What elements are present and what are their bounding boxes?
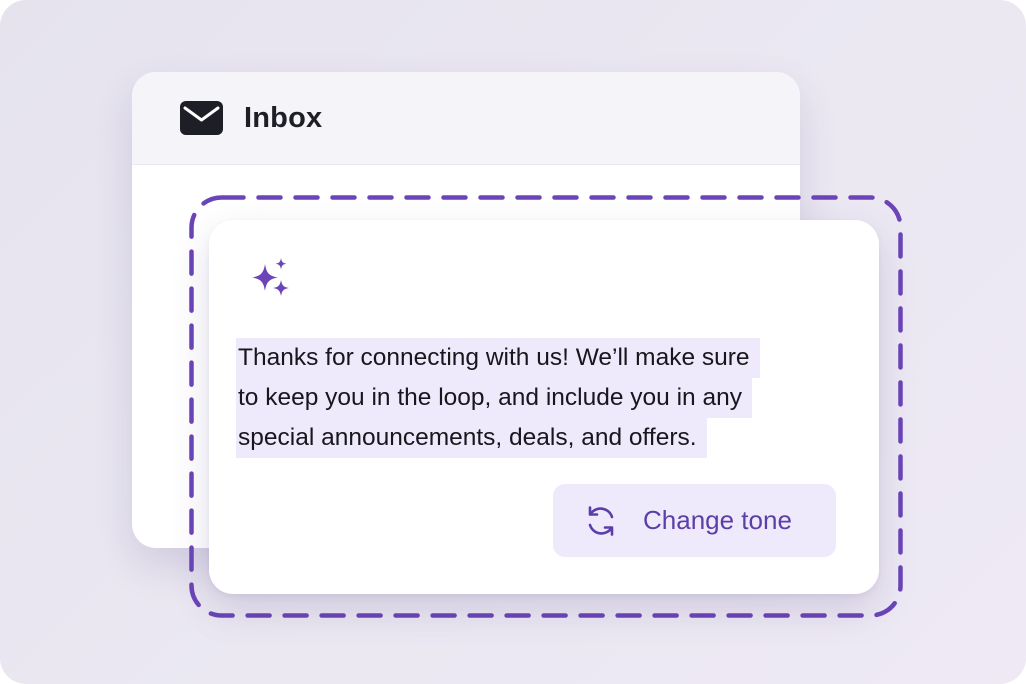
inbox-title: Inbox [244,102,323,134]
sparkle-icon [252,258,289,296]
refresh-icon [588,506,614,536]
ai-text-line: Thanks for connecting with us! We’ll mak… [236,338,760,378]
inbox-header: Inbox [132,72,800,165]
change-tone-label: Change tone [643,505,792,535]
illustration-canvas: Inbox Thanks for connecting with us! We’… [0,0,1026,684]
ai-text-line: special announcements, deals, and offers… [236,418,707,458]
ai-text-line: to keep you in the loop, and include you… [236,378,752,418]
ai-suggested-text: Thanks for connecting with us! We’ll mak… [236,338,846,458]
change-tone-button[interactable]: Change tone [553,484,836,557]
ai-suggestion-card: Thanks for connecting with us! We’ll mak… [209,220,879,594]
envelope-icon [180,101,223,135]
